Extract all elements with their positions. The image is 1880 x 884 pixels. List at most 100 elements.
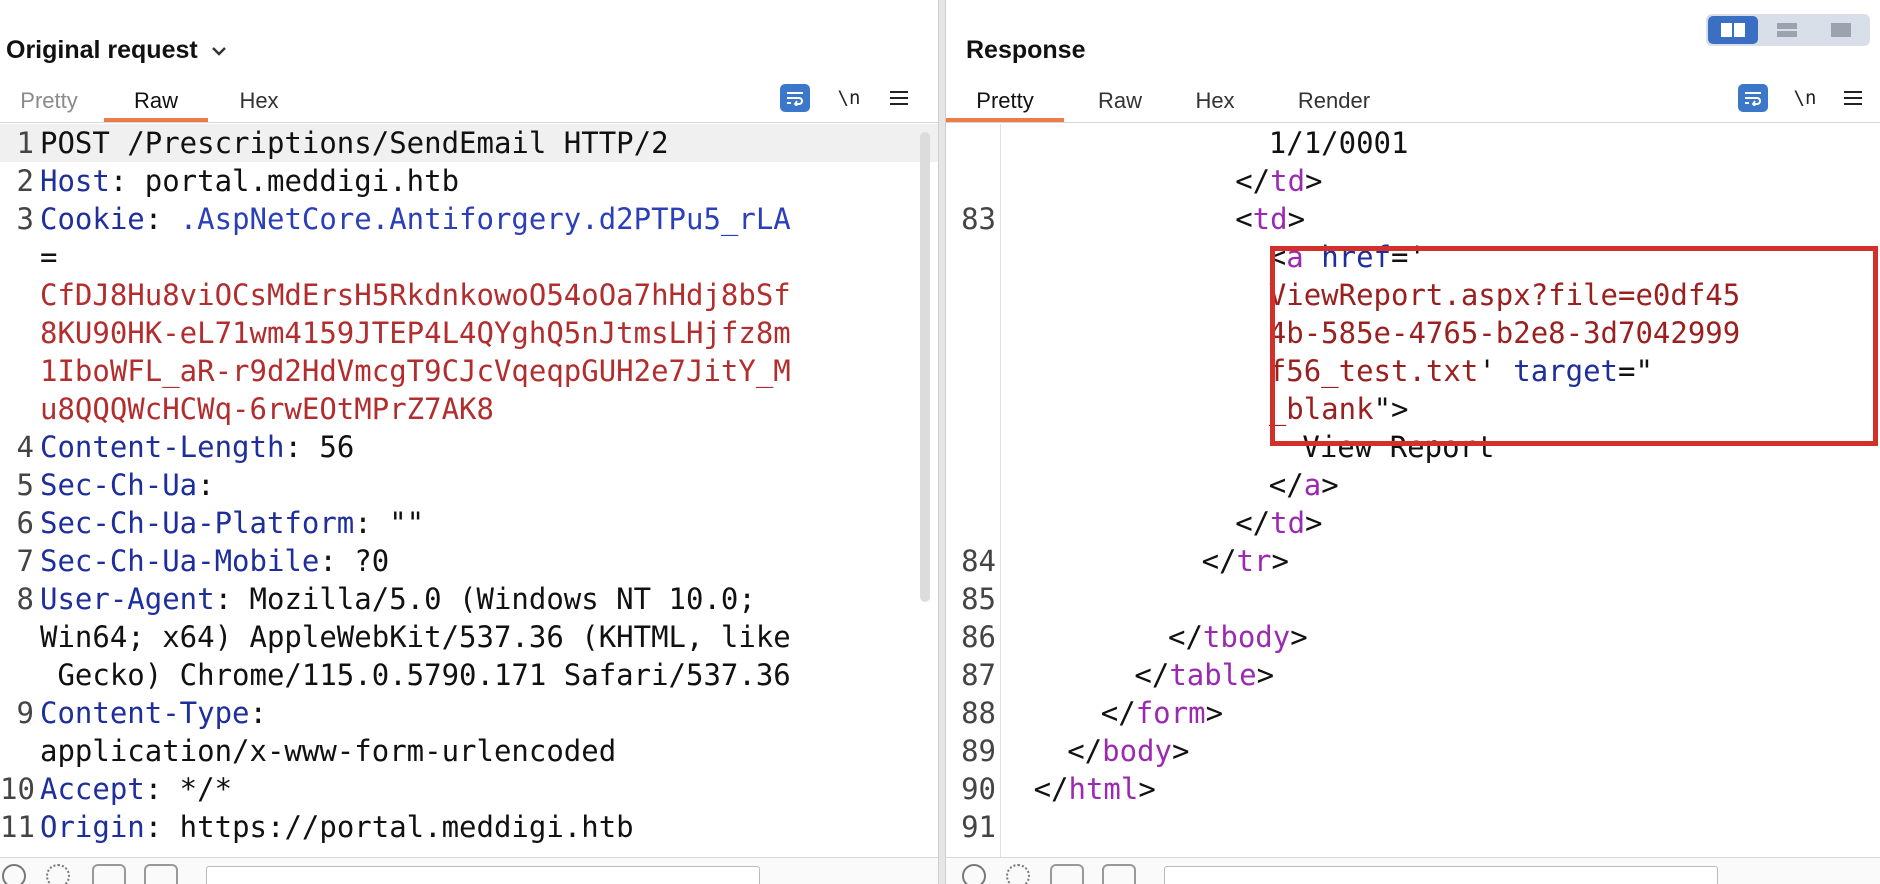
single-pane-icon[interactable]	[1816, 16, 1866, 44]
line-number: 11	[0, 810, 35, 844]
code-token: : ?0	[319, 544, 390, 578]
chevron-down-icon[interactable]	[210, 42, 228, 60]
code-token: Host	[40, 164, 110, 198]
tab-hex[interactable]: Hex	[234, 88, 284, 122]
help-icon[interactable]	[962, 864, 986, 884]
code-token: >	[1256, 658, 1275, 692]
code-token: : 56	[284, 430, 355, 464]
code-token: >	[1321, 468, 1339, 502]
hamburger-menu-icon[interactable]	[884, 84, 914, 112]
tab-pretty[interactable]: Pretty	[14, 88, 84, 122]
code-token: Sec-Ch-Ua	[40, 468, 198, 502]
split-horizontal-icon[interactable]	[1762, 16, 1812, 44]
code-text: </a>	[1269, 466, 1339, 504]
code-line: 5 Sec-Ch-Ua:	[0, 466, 938, 504]
code-token: application/x-www-form-urlencoded	[40, 734, 617, 768]
code-text: 8KU90HK-eL71wm4159JTEP4L4QYghQ5nJtmsLHjf…	[40, 314, 791, 352]
response-statusbar	[946, 857, 1880, 884]
code-line: 89 </body>	[946, 732, 1880, 770]
code-token: =	[40, 240, 58, 274]
code-line: CfDJ8Hu8viOCsMdErsH5RkdnkowoO54oOa7hHdj8…	[0, 276, 938, 314]
code-line: 9 Content-Type:	[0, 694, 938, 732]
gear-icon[interactable]	[1006, 864, 1030, 884]
request-editor[interactable]: 1 POST /Prescriptions/SendEmail HTTP/2 2 Ho…	[0, 124, 938, 858]
code-token: >	[1271, 544, 1289, 578]
code-token: : ""	[354, 506, 425, 540]
line-number: 5	[16, 468, 34, 502]
request-title[interactable]: Original request	[6, 36, 228, 65]
tab-pretty[interactable]: Pretty	[946, 88, 1064, 122]
next-match-button[interactable]	[144, 864, 178, 884]
code-token: .AspNetCore.Antiforgery.d2PTPu5_rLA	[179, 202, 791, 236]
code-text: </td>	[1235, 162, 1322, 200]
code-line: 1/1/0001	[946, 124, 1880, 162]
search-input[interactable]	[1164, 866, 1718, 884]
gear-icon[interactable]	[46, 864, 70, 884]
code-token: Accept	[40, 772, 145, 806]
code-token: >	[1305, 164, 1323, 198]
code-line: 3 Cookie: .AspNetCore.Antiforgery.d2PTPu5…	[0, 200, 938, 238]
code-text: Content-Type:	[40, 694, 267, 732]
request-statusbar	[0, 857, 938, 884]
code-token: html	[1068, 772, 1139, 806]
wrap-lines-icon[interactable]	[780, 84, 810, 112]
code-text: =	[40, 238, 57, 276]
line-number: 89	[961, 734, 996, 768]
help-icon[interactable]	[2, 864, 26, 884]
code-token: Sec-Ch-Ua-Mobile	[40, 544, 320, 578]
code-text: CfDJ8Hu8viOCsMdErsH5RkdnkowoO54oOa7hHdj8…	[40, 276, 791, 314]
wrap-lines-icon[interactable]	[1738, 84, 1768, 112]
code-line: 11 Origin: https://portal.meddigi.htb	[0, 808, 938, 846]
code-token: 8KU90HK-eL71wm4159JTEP4L4QYghQ5nJtmsLHjf…	[40, 316, 791, 350]
code-line: </a>	[946, 466, 1880, 504]
response-editor[interactable]: 1/1/0001 </td> 83 <td> <a href=' ViewReport.a…	[946, 124, 1880, 858]
code-token: >	[1287, 202, 1306, 236]
code-line: Win64; x64) AppleWebKit/537.36 (KHTML, l…	[0, 618, 938, 656]
search-input[interactable]	[206, 866, 760, 884]
line-number: 1	[16, 126, 34, 160]
response-title: Response	[966, 36, 1086, 64]
code-token: 1/1/0001	[1268, 126, 1409, 160]
code-line: 85	[946, 580, 1880, 618]
line-number: 8	[16, 582, 34, 616]
newline-toggle[interactable]: \n	[1790, 84, 1820, 112]
code-token: POST /Prescriptions/SendEmail HTTP/2	[40, 126, 669, 160]
split-vertical-icon[interactable]	[1708, 16, 1758, 44]
tab-hex[interactable]: Hex	[1190, 88, 1240, 122]
code-token: >	[1138, 772, 1156, 806]
request-scrollbar[interactable]	[920, 132, 930, 602]
code-token: tr	[1236, 544, 1272, 578]
code-token: : Mozilla/5.0 (Windows NT 10.0;	[214, 582, 756, 616]
prev-match-button[interactable]	[92, 864, 126, 884]
code-token: >	[1205, 696, 1224, 730]
code-line: 10 Accept: */*	[0, 770, 938, 808]
layout-toggle-group	[1706, 14, 1870, 46]
code-token: table	[1169, 658, 1257, 692]
code-line: =	[0, 238, 938, 276]
tab-raw[interactable]: Raw	[104, 88, 208, 122]
code-token: :	[249, 696, 267, 730]
code-line: u8QQQWcHCWq-6rwEOtMPrZ7AK8	[0, 390, 938, 428]
code-token: td	[1252, 202, 1288, 236]
code-token: Content-Length	[40, 430, 285, 464]
code-token: Origin	[40, 810, 145, 844]
code-token: td	[1270, 506, 1306, 540]
code-token: </	[1201, 544, 1237, 578]
newline-toggle[interactable]: \n	[834, 84, 864, 112]
code-line: 4 Content-Length: 56	[0, 428, 938, 466]
code-token: >	[1305, 506, 1323, 540]
pane-splitter[interactable]	[938, 0, 946, 884]
code-token: >	[1171, 734, 1190, 768]
code-token: form	[1135, 696, 1206, 730]
code-text: <td>	[1235, 200, 1305, 238]
tab-raw[interactable]: Raw	[1090, 88, 1150, 122]
next-match-button[interactable]	[1102, 864, 1136, 884]
line-number: 4	[16, 430, 34, 464]
tab-render[interactable]: Render	[1294, 88, 1374, 122]
code-line: 6 Sec-Ch-Ua-Platform: ""	[0, 504, 938, 542]
line-number: 2	[16, 164, 34, 198]
code-token: Cookie	[40, 202, 145, 236]
prev-match-button[interactable]	[1050, 864, 1084, 884]
code-text: Gecko) Chrome/115.0.5790.171 Safari/537.…	[40, 656, 790, 694]
hamburger-menu-icon[interactable]	[1838, 84, 1868, 112]
